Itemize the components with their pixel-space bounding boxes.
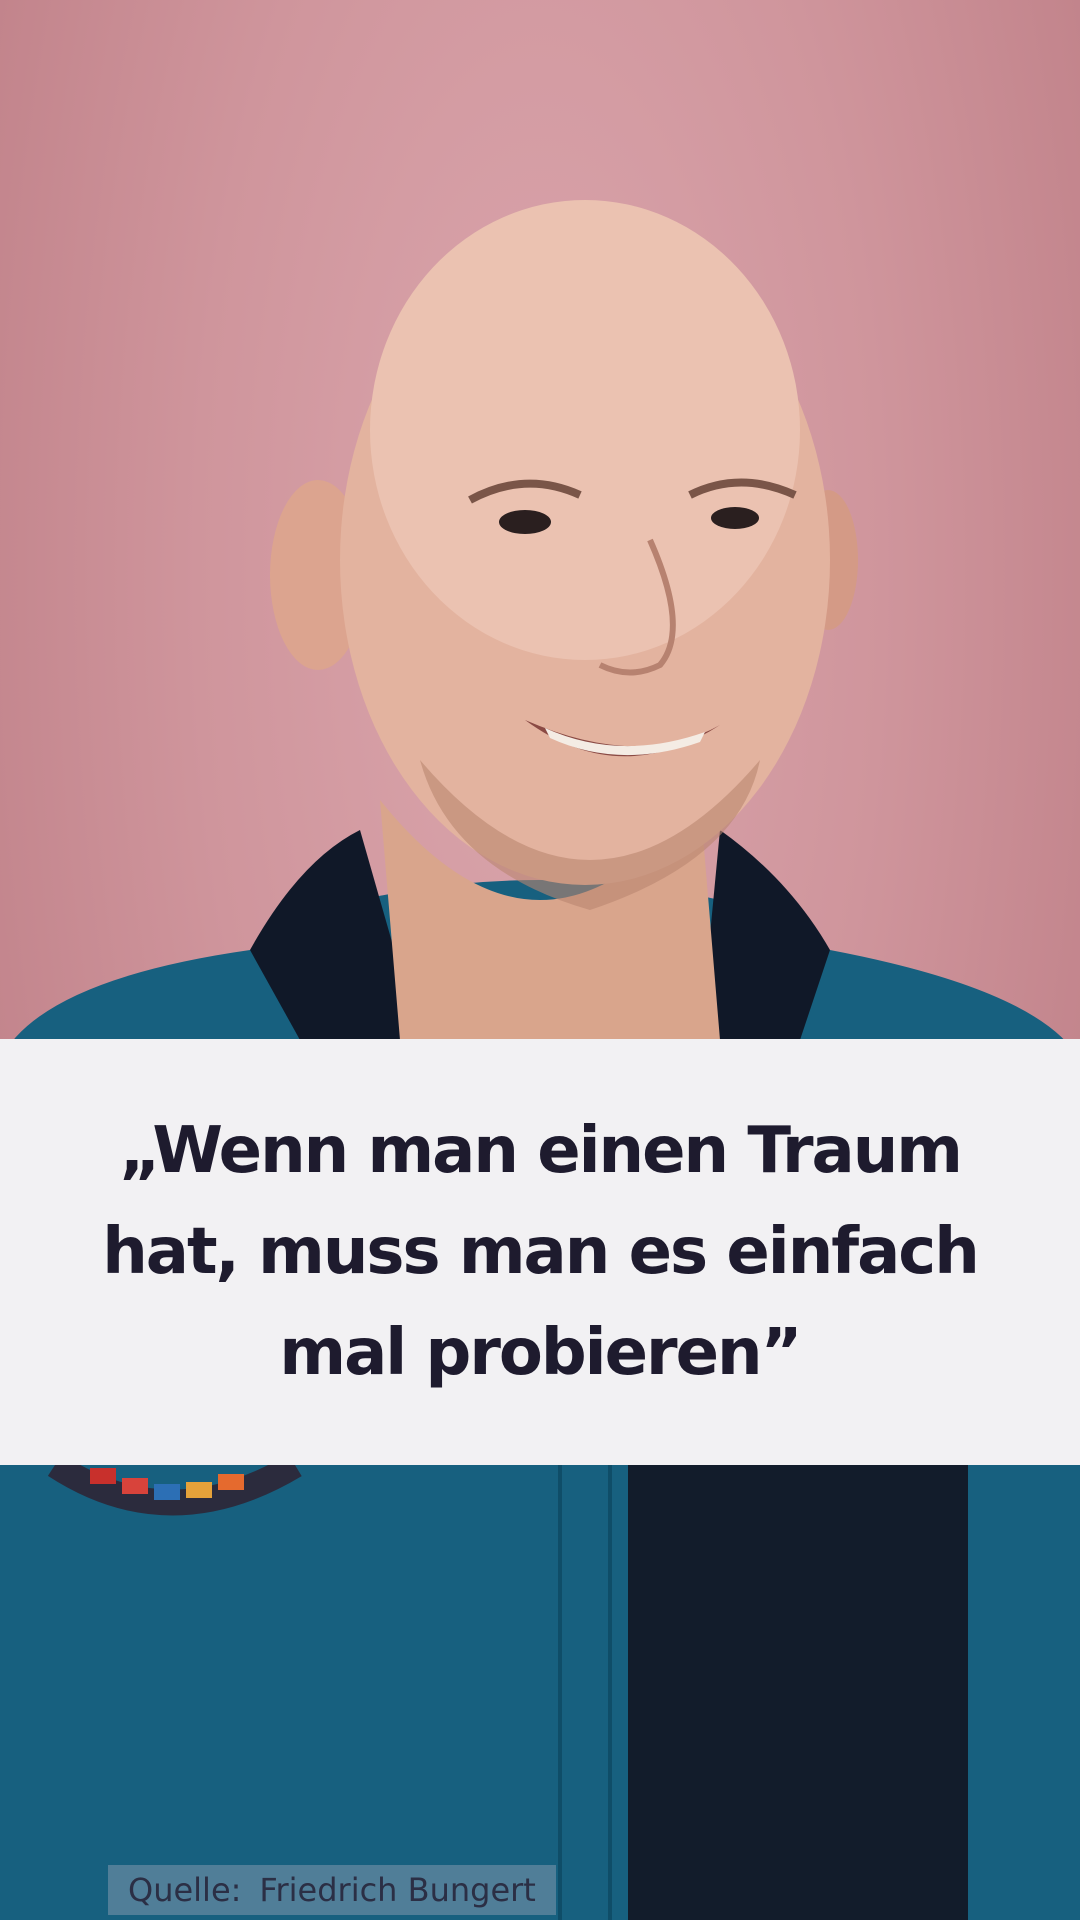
source-credit: Quelle: Friedrich Bungert	[108, 1865, 556, 1915]
quote-panel: „Wenn man einen Traum hat, muss man es e…	[0, 1039, 1080, 1465]
quote-text: „Wenn man einen Traum hat, muss man es e…	[102, 1113, 980, 1390]
portrait-photo	[0, 0, 1080, 1920]
story-screen: „Wenn man einen Traum hat, muss man es e…	[0, 0, 1080, 1920]
source-label: Quelle:	[128, 1871, 242, 1909]
source-name: Friedrich Bungert	[259, 1871, 536, 1909]
